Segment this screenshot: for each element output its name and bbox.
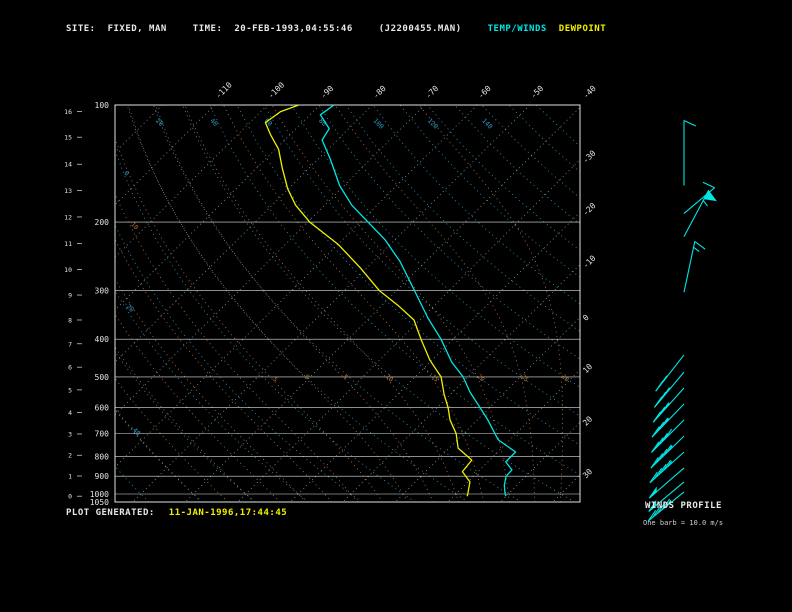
svg-text:7: 7 — [68, 340, 72, 348]
svg-text:20: 20 — [581, 414, 594, 427]
svg-text:1: 1 — [68, 473, 72, 481]
svg-text:10: 10 — [384, 373, 394, 383]
svg-text:800: 800 — [95, 452, 110, 461]
svg-text:-10: -10 — [127, 219, 140, 232]
svg-text:0: 0 — [122, 169, 130, 177]
plot-generated-label: PLOT GENERATED: — [66, 508, 155, 518]
svg-text:-90: -90 — [319, 84, 336, 101]
footer: PLOT GENERATED: 11-JAN-1996,17:44:45 — [66, 508, 301, 518]
svg-text:30: 30 — [581, 467, 594, 480]
svg-text:-40: -40 — [128, 423, 142, 437]
svg-text:15: 15 — [430, 373, 440, 383]
svg-text:10: 10 — [581, 362, 594, 375]
svg-text:5: 5 — [68, 386, 72, 394]
svg-text:100: 100 — [95, 101, 110, 110]
temperature-curve — [319, 105, 517, 497]
svg-text:12: 12 — [64, 213, 72, 221]
wind-barbs — [647, 119, 717, 522]
skewt-screen: SITE: FIXED, MAN TIME: 20-FEB-1993,04:55… — [0, 0, 792, 612]
svg-text:900: 900 — [95, 472, 110, 481]
svg-text:600: 600 — [95, 404, 110, 413]
svg-text:0: 0 — [68, 493, 72, 501]
svg-text:9: 9 — [68, 292, 72, 300]
svg-text:200: 200 — [95, 218, 110, 227]
svg-text:8: 8 — [68, 316, 72, 324]
svg-text:11: 11 — [64, 240, 72, 248]
svg-text:4: 4 — [68, 409, 72, 417]
svg-text:25: 25 — [519, 373, 529, 383]
svg-text:-80: -80 — [371, 84, 388, 101]
svg-text:500: 500 — [95, 373, 110, 382]
svg-text:-20: -20 — [122, 300, 136, 314]
svg-text:60: 60 — [263, 117, 274, 128]
winds-profile-title: WINDS PROFILE — [645, 501, 722, 511]
dry-adiabat-labels: 20 40 60 80 100 120 1400-20-40 — [122, 117, 495, 438]
svg-text:1050: 1050 — [90, 498, 109, 507]
svg-text:0: 0 — [303, 373, 311, 381]
svg-text:13: 13 — [64, 187, 72, 195]
svg-text:14: 14 — [64, 161, 72, 169]
svg-text:20: 20 — [476, 373, 486, 383]
svg-text:140: 140 — [480, 117, 494, 131]
svg-text:-70: -70 — [424, 84, 441, 101]
svg-text:10: 10 — [64, 266, 72, 274]
svg-text:6: 6 — [68, 364, 72, 372]
svg-text:400: 400 — [95, 335, 110, 344]
svg-text:-60: -60 — [476, 84, 493, 101]
svg-text:16: 16 — [64, 108, 72, 116]
svg-text:2: 2 — [68, 452, 72, 460]
svg-text:20: 20 — [154, 117, 165, 128]
svg-text:120: 120 — [426, 117, 440, 131]
winds-profile-legend: One barb = 10.0 m/s — [643, 519, 724, 527]
svg-text:-10: -10 — [581, 253, 598, 270]
svg-text:40: 40 — [208, 117, 219, 128]
svg-text:-40: -40 — [581, 84, 598, 101]
svg-text:700: 700 — [95, 430, 110, 439]
svg-text:5: 5 — [341, 373, 349, 381]
svg-text:-50: -50 — [529, 84, 546, 101]
svg-text:-5: -5 — [269, 373, 279, 383]
svg-text:-110: -110 — [214, 80, 234, 100]
dewpoint-curve — [264, 105, 473, 497]
axis-labels: 1002003004005006007008009001000105016151… — [64, 80, 598, 507]
plot-generated-value: 11-JAN-1996,17:44:45 — [168, 508, 288, 518]
svg-text:0: 0 — [581, 313, 591, 323]
svg-text:-100: -100 — [266, 80, 286, 100]
svg-text:-20: -20 — [581, 201, 598, 218]
svg-text:300: 300 — [95, 287, 110, 296]
svg-text:-30: -30 — [581, 148, 598, 165]
svg-text:15: 15 — [64, 134, 72, 142]
svg-text:3: 3 — [68, 430, 72, 438]
svg-text:100: 100 — [371, 117, 385, 131]
plot-frame — [114, 104, 581, 503]
